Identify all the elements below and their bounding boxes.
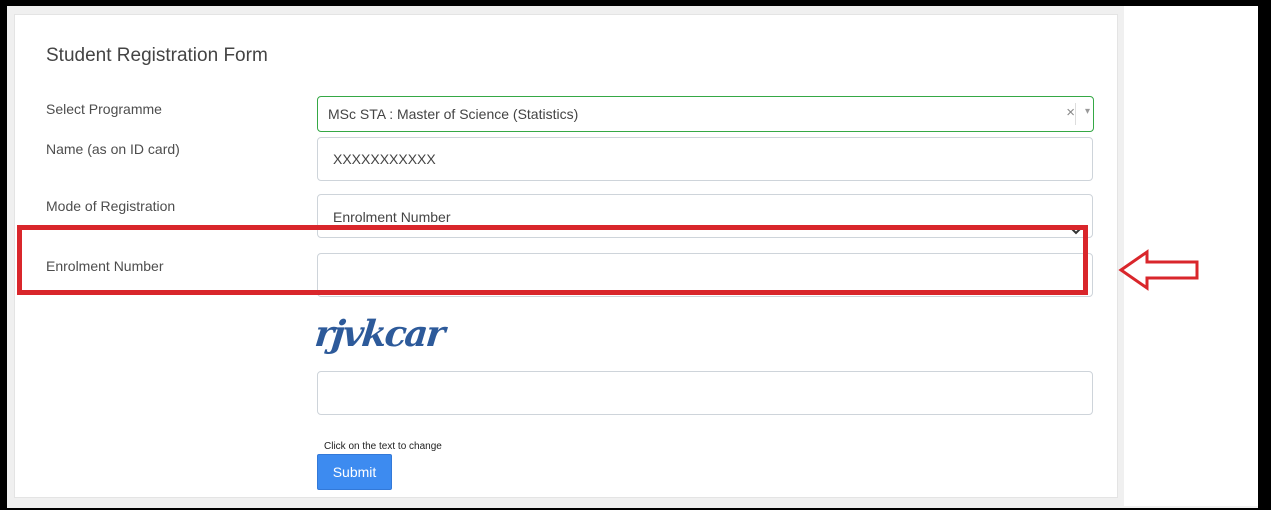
programme-select[interactable]: MSc STA : Master of Science (Statistics)…	[317, 96, 1094, 132]
select-separator	[1075, 103, 1076, 125]
clear-icon[interactable]: ×	[1066, 104, 1075, 121]
form-title: Student Registration Form	[46, 45, 268, 66]
programme-label: Select Programme	[46, 101, 162, 117]
captcha-image[interactable]: rjvkcar	[313, 313, 445, 355]
name-field[interactable]	[317, 137, 1093, 181]
highlight-box	[17, 225, 1088, 295]
mode-selected-value: Enrolment Number	[333, 209, 451, 225]
left-arrow-outline-icon	[1118, 249, 1199, 291]
chevron-down-icon[interactable]: ▾	[1085, 106, 1090, 117]
submit-button[interactable]: Submit	[317, 454, 392, 490]
mode-label: Mode of Registration	[46, 198, 176, 214]
name-label: Name (as on ID card)	[46, 141, 180, 157]
captcha-hint: Click on the text to change	[324, 441, 442, 452]
programme-selected-value: MSc STA : Master of Science (Statistics)	[328, 106, 579, 122]
captcha-input[interactable]	[317, 371, 1093, 415]
